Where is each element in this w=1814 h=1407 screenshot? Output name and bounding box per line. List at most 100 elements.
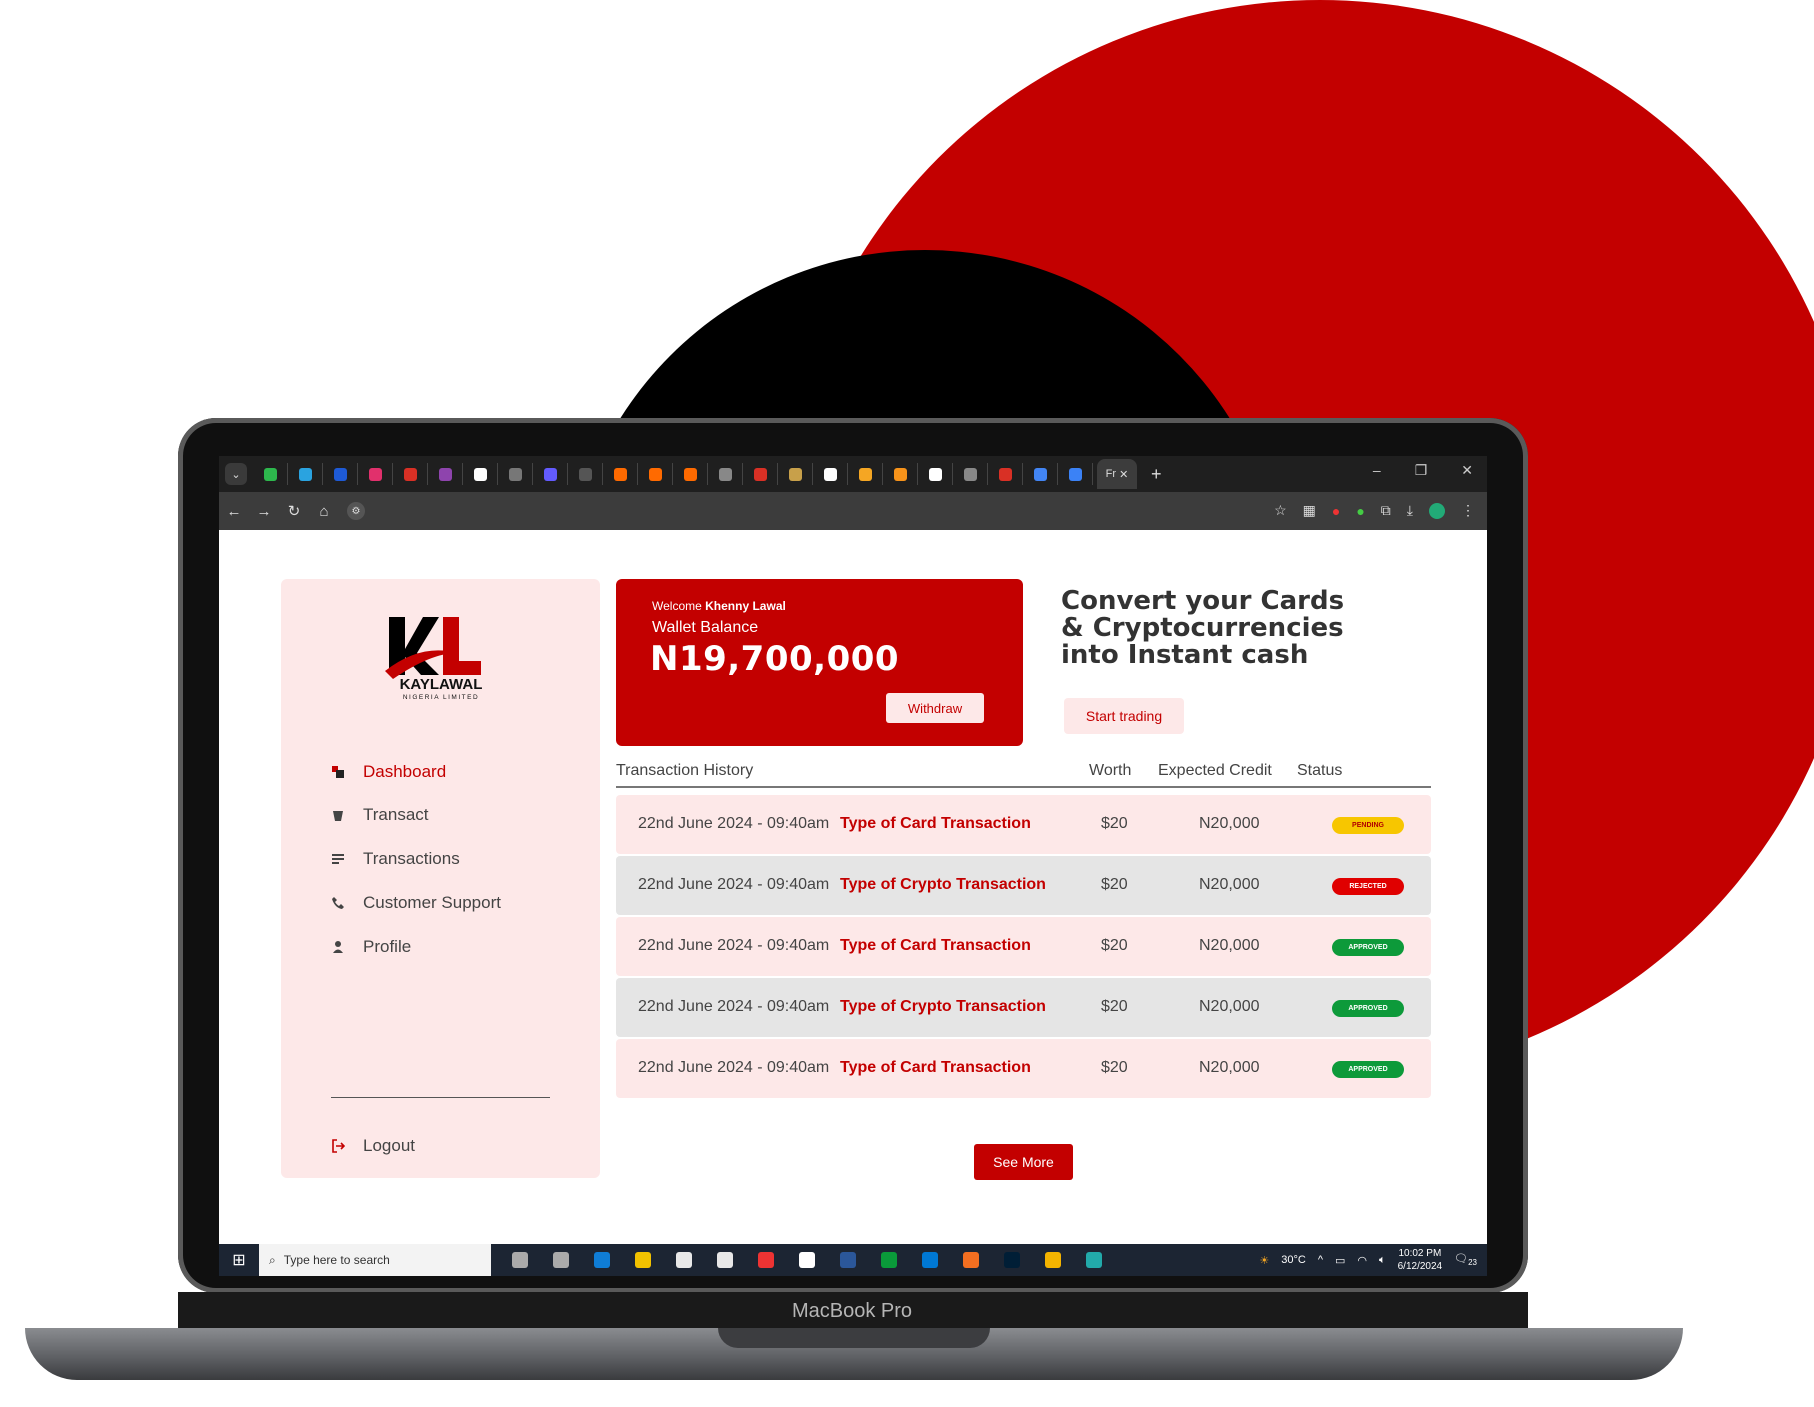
sidebar-item-label: Transact xyxy=(363,805,429,824)
header-worth: Worth xyxy=(1089,762,1132,779)
pinned-tab[interactable] xyxy=(568,463,603,485)
pinned-tab[interactable] xyxy=(638,463,673,485)
pinned-tab[interactable] xyxy=(988,463,1023,485)
back-icon[interactable]: ← xyxy=(219,503,249,520)
transaction-row[interactable]: 22nd June 2024 - 09:40am Type of Crypto T… xyxy=(616,978,1431,1037)
favicon-icon xyxy=(298,467,312,481)
taskbar-app[interactable] xyxy=(622,1244,663,1276)
taskbar-app[interactable] xyxy=(786,1244,827,1276)
status-badge: APPROVED xyxy=(1332,1000,1404,1017)
pinned-tab[interactable] xyxy=(1058,463,1093,485)
transaction-row[interactable]: 22nd June 2024 - 09:40am Type of Card Tra… xyxy=(616,917,1431,976)
logout-label: Logout xyxy=(363,1136,415,1155)
windows-taskbar: ⊞ ⌕ Type here to search ☀ 30°C ^ ▭ ◠ 🔈︎ … xyxy=(219,1244,1487,1276)
maximize-button[interactable]: ❐ xyxy=(1415,462,1428,479)
home-icon[interactable]: ⌂ xyxy=(309,503,339,520)
screen: ⌄ Fr ✕ + – ❐ ✕ ← → ↻ ⌂ ⚙ ☆ ▦ ● ● ⧉ ⤓ ⋮ K… xyxy=(219,456,1487,1276)
clock[interactable]: 10:02 PM 6/12/2024 xyxy=(1398,1247,1443,1273)
tab-search-icon[interactable]: ⌄ xyxy=(225,463,247,485)
transaction-row[interactable]: 22nd June 2024 - 09:40am Type of Crypto T… xyxy=(616,856,1431,915)
logout-button[interactable]: Logout xyxy=(331,1136,415,1156)
pinned-tab[interactable] xyxy=(393,463,428,485)
pinned-tab[interactable] xyxy=(848,463,883,485)
windows-start-icon[interactable]: ⊞ xyxy=(219,1250,259,1270)
forward-icon[interactable]: → xyxy=(249,503,279,520)
taskbar-app[interactable] xyxy=(1032,1244,1073,1276)
pinned-tab[interactable] xyxy=(708,463,743,485)
minimize-button[interactable]: – xyxy=(1373,462,1381,479)
extensions-puzzle-icon[interactable]: ⧉ xyxy=(1381,502,1391,519)
sidebar-item-profile[interactable]: Profile xyxy=(331,925,501,969)
tray-chevron-icon[interactable]: ^ xyxy=(1318,1254,1323,1266)
browser-address-bar: ← → ↻ ⌂ ⚙ ☆ ▦ ● ● ⧉ ⤓ ⋮ xyxy=(219,492,1487,530)
download-icon[interactable]: ⤓ xyxy=(1407,502,1413,519)
list-icon xyxy=(332,854,344,864)
extension-red-icon[interactable]: ● xyxy=(1332,503,1340,519)
taskbar-app[interactable] xyxy=(868,1244,909,1276)
pinned-tab[interactable] xyxy=(603,463,638,485)
pinned-tab[interactable] xyxy=(253,463,288,485)
pinned-tab[interactable] xyxy=(463,463,498,485)
transaction-type: Type of Crypto Transaction xyxy=(840,876,1046,893)
header-expected-credit: Expected Credit xyxy=(1158,762,1272,779)
taskbar-app[interactable] xyxy=(745,1244,786,1276)
wifi-icon[interactable]: ◠ xyxy=(1357,1254,1367,1267)
menu-kebab-icon[interactable]: ⋮ xyxy=(1461,502,1475,519)
qr-icon[interactable]: ▦ xyxy=(1303,502,1316,519)
sidebar-item-transactions[interactable]: Transactions xyxy=(331,837,501,881)
taskbar-app[interactable] xyxy=(950,1244,991,1276)
notification-icon[interactable]: 🗨︎23 xyxy=(1454,1252,1477,1267)
pinned-tab[interactable] xyxy=(813,463,848,485)
transaction-type: Type of Card Transaction xyxy=(840,815,1031,832)
taskbar-app[interactable] xyxy=(499,1244,540,1276)
active-tab-label: Fr xyxy=(1105,468,1117,480)
close-window-button[interactable]: ✕ xyxy=(1461,462,1473,479)
new-tab-button[interactable]: + xyxy=(1151,464,1162,485)
extension-green-icon[interactable]: ● xyxy=(1356,503,1364,519)
pinned-tabs xyxy=(253,463,1093,485)
taskbar-app[interactable] xyxy=(827,1244,868,1276)
pinned-tab[interactable] xyxy=(498,463,533,485)
pinned-tab[interactable] xyxy=(673,463,708,485)
sidebar-item-dashboard[interactable]: Dashboard xyxy=(331,751,501,793)
sidebar: KAYLAWAL NIGERIA LIMITED Dashboard Transa… xyxy=(281,579,600,1178)
battery-icon[interactable]: ▭ xyxy=(1335,1254,1345,1267)
taskbar-app[interactable] xyxy=(909,1244,950,1276)
see-more-button[interactable]: See More xyxy=(974,1144,1073,1180)
sidebar-item-transact[interactable]: Transact xyxy=(331,793,501,837)
profile-avatar[interactable] xyxy=(1429,502,1445,519)
window-controls: – ❐ ✕ xyxy=(1373,462,1473,479)
taskbar-search[interactable]: ⌕ Type here to search xyxy=(259,1244,491,1276)
taskbar-app[interactable] xyxy=(1073,1244,1114,1276)
pinned-tab[interactable] xyxy=(428,463,463,485)
active-tab[interactable]: Fr ✕ xyxy=(1097,459,1137,489)
word-icon xyxy=(839,1252,856,1268)
pinned-tab[interactable] xyxy=(883,463,918,485)
pinned-tab[interactable] xyxy=(533,463,568,485)
site-settings-icon[interactable]: ⚙ xyxy=(347,502,365,520)
pinned-tab[interactable] xyxy=(288,463,323,485)
pinned-tab[interactable] xyxy=(953,463,988,485)
taskbar-app[interactable] xyxy=(663,1244,704,1276)
taskbar-app[interactable] xyxy=(704,1244,745,1276)
pinned-tab[interactable] xyxy=(743,463,778,485)
taskbar-app[interactable] xyxy=(991,1244,1032,1276)
system-tray: ☀ 30°C ^ ▭ ◠ 🔈︎ 10:02 PM 6/12/2024 🗨︎23 xyxy=(1259,1244,1477,1276)
reload-icon[interactable]: ↻ xyxy=(279,502,309,520)
transaction-row[interactable]: 22nd June 2024 - 09:40am Type of Card Tra… xyxy=(616,1039,1431,1098)
status-badge: APPROVED xyxy=(1332,939,1404,956)
transaction-row[interactable]: 22nd June 2024 - 09:40am Type of Card Tra… xyxy=(616,795,1431,854)
bookmark-star-icon[interactable]: ☆ xyxy=(1274,502,1287,519)
pinned-tab[interactable] xyxy=(358,463,393,485)
pinned-tab[interactable] xyxy=(323,463,358,485)
transaction-date: 22nd June 2024 - 09:40am xyxy=(638,998,830,1015)
withdraw-button[interactable]: Withdraw xyxy=(886,693,984,723)
taskbar-app[interactable] xyxy=(540,1244,581,1276)
volume-icon[interactable]: 🔈︎ xyxy=(1379,1254,1386,1267)
start-trading-button[interactable]: Start trading xyxy=(1064,698,1184,734)
sidebar-item-customer-support[interactable]: Customer Support xyxy=(331,881,501,925)
pinned-tab[interactable] xyxy=(1023,463,1058,485)
pinned-tab[interactable] xyxy=(778,463,813,485)
pinned-tab[interactable] xyxy=(918,463,953,485)
taskbar-app[interactable] xyxy=(581,1244,622,1276)
